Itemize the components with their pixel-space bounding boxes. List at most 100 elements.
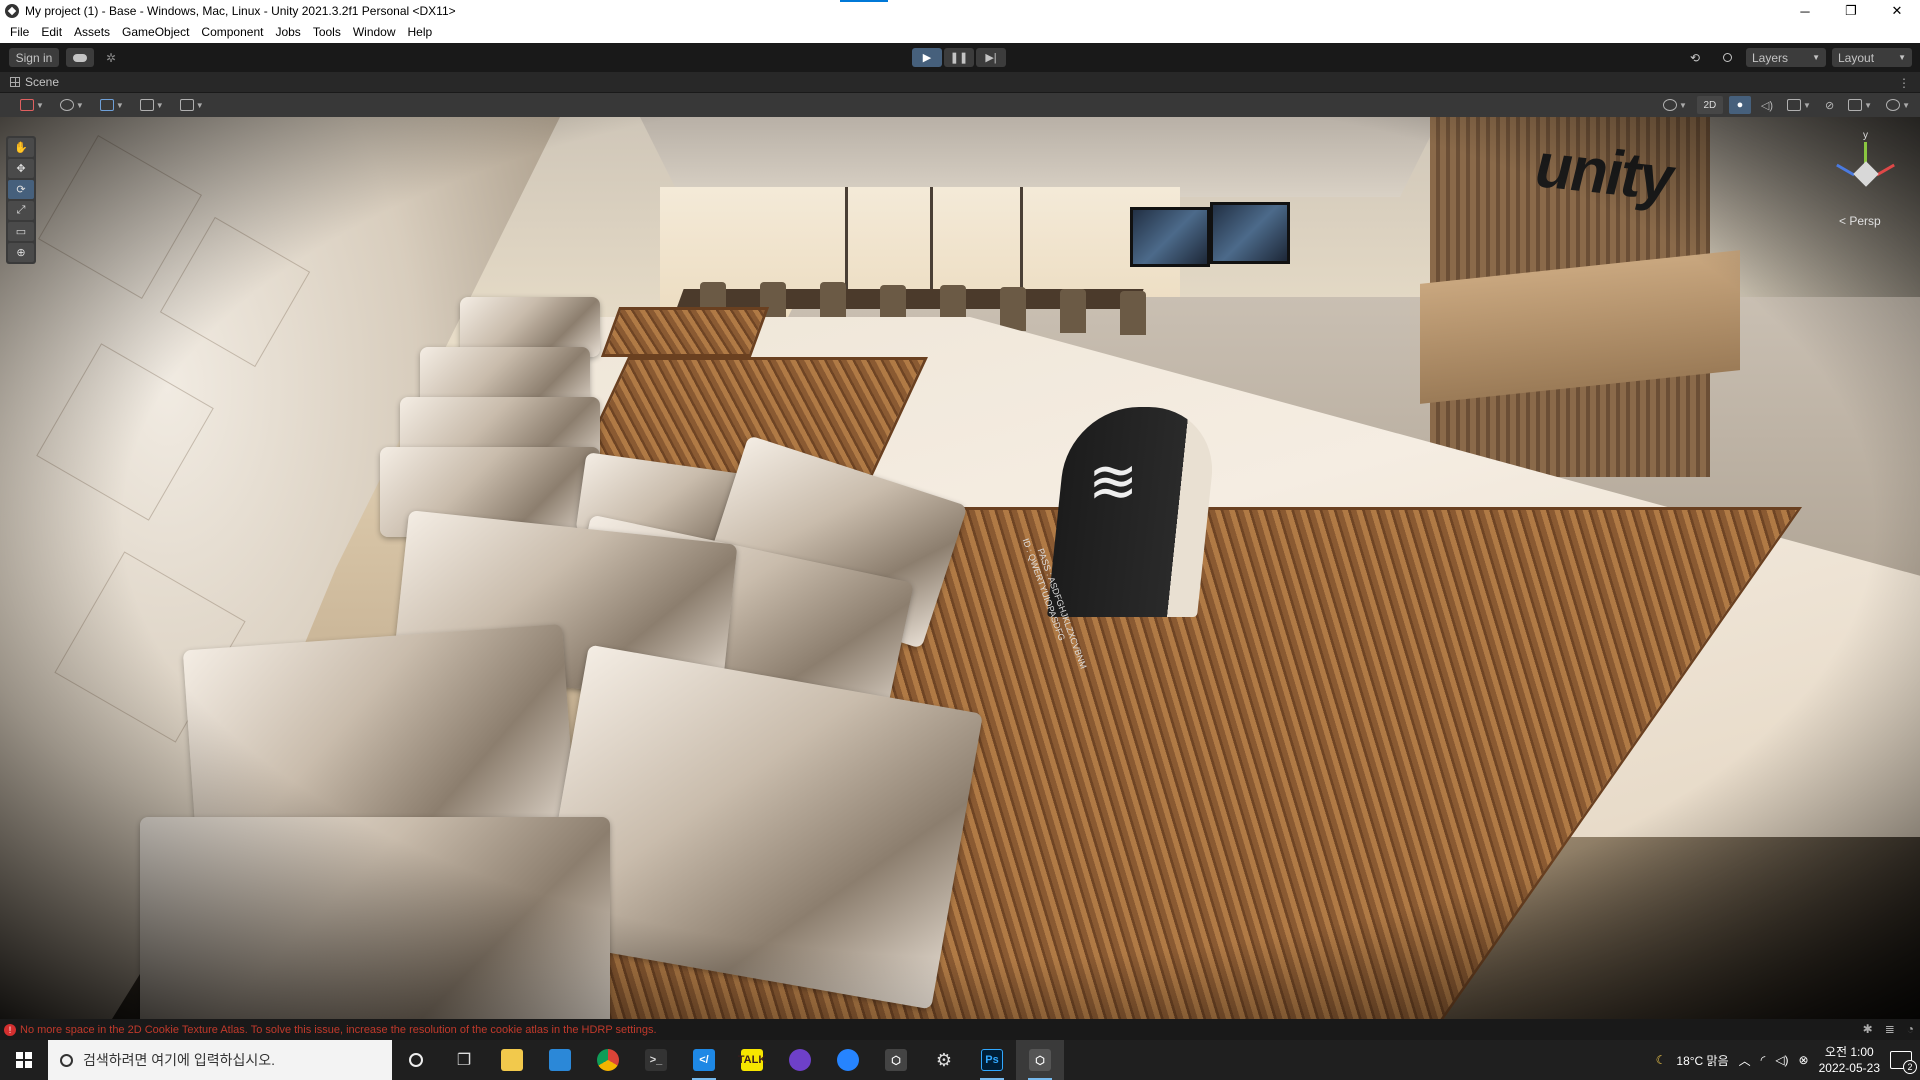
grid-snap-dropdown[interactable]: ▼ bbox=[96, 96, 128, 114]
step-button[interactable]: ▶| bbox=[976, 48, 1006, 67]
notification-badge: 2 bbox=[1903, 1060, 1917, 1074]
close-button[interactable]: ✕ bbox=[1874, 0, 1920, 22]
play-button[interactable]: ▶ bbox=[912, 48, 942, 67]
chevron-down-icon: ▼ bbox=[1902, 100, 1910, 110]
search-icon bbox=[60, 1053, 73, 1067]
menu-jobs[interactable]: Jobs bbox=[269, 22, 306, 43]
menu-gameobject[interactable]: GameObject bbox=[116, 22, 195, 43]
taskbar-chrome[interactable] bbox=[584, 1040, 632, 1080]
increment-snap-dropdown[interactable]: ▼ bbox=[176, 96, 208, 114]
taskbar-kakaotalk[interactable]: TALK bbox=[728, 1040, 776, 1080]
scene-viewport[interactable]: unity ≋ ID : QWERTYUIOPASDFG PASS : ASDF… bbox=[0, 117, 1920, 1019]
taskbar-file-explorer[interactable] bbox=[488, 1040, 536, 1080]
transform-tools-panel: ✋ ✥ ⟳ ⤢ ▭ ⊕ bbox=[6, 136, 36, 264]
title-progress-indicator bbox=[840, 0, 888, 2]
gear-icon: ⚙ bbox=[935, 1049, 953, 1070]
projection-label[interactable]: < Persp bbox=[1839, 214, 1881, 228]
scene-tv-screen bbox=[1210, 202, 1290, 264]
clock-time: 오전 1:00 bbox=[1824, 1045, 1874, 1059]
progress-icon[interactable]: ≣ bbox=[1885, 1022, 1895, 1036]
effects-dropdown[interactable]: ▼ bbox=[1783, 96, 1815, 114]
cache-server-icon[interactable]: ◔ bbox=[1907, 1022, 1914, 1036]
maximize-button[interactable]: ❐ bbox=[1828, 0, 1874, 22]
weather-moon-icon[interactable]: ☾ bbox=[1656, 1053, 1667, 1067]
undo-history-button[interactable]: ⟲ bbox=[1682, 48, 1708, 67]
menu-assets[interactable]: Assets bbox=[68, 22, 116, 43]
cortana-button[interactable] bbox=[392, 1040, 440, 1080]
scale-tool-icon[interactable]: ⤢ bbox=[8, 201, 34, 220]
camera-settings-dropdown[interactable]: ▼ bbox=[1844, 96, 1876, 114]
toggle-2d-button[interactable]: 2D bbox=[1696, 96, 1723, 114]
search-button[interactable] bbox=[1714, 48, 1740, 67]
photoshop-icon: Ps bbox=[981, 1049, 1003, 1071]
start-button[interactable] bbox=[0, 1040, 48, 1080]
task-view-button[interactable]: ❐ bbox=[440, 1040, 488, 1080]
taskbar-sourcetree[interactable] bbox=[824, 1040, 872, 1080]
taskbar-github-desktop[interactable] bbox=[776, 1040, 824, 1080]
global-local-dropdown[interactable]: ▼ bbox=[56, 96, 88, 114]
taskbar-terminal[interactable]: >_ bbox=[632, 1040, 680, 1080]
move-tool-icon[interactable]: ✥ bbox=[8, 159, 34, 178]
folder-icon bbox=[501, 1049, 523, 1071]
audio-toggle-button[interactable]: ◁) bbox=[1757, 96, 1777, 114]
ime-icon[interactable]: ⊗ bbox=[1799, 1053, 1809, 1067]
gizmos-dropdown[interactable]: ▼ bbox=[1882, 96, 1914, 114]
taskbar-clock[interactable]: 오전 1:00 2022-05-23 bbox=[1819, 1044, 1880, 1076]
menu-component[interactable]: Component bbox=[195, 22, 269, 43]
shading-mode-dropdown[interactable]: ▼ bbox=[1659, 96, 1691, 114]
taskbar-unity-editor[interactable]: ⬡ bbox=[1016, 1040, 1064, 1080]
cloud-button[interactable] bbox=[66, 48, 94, 67]
orientation-gizmo[interactable]: y bbox=[1830, 130, 1910, 210]
taskbar-search-placeholder: 검색하려면 여기에 입력하십시오. bbox=[83, 1052, 275, 1068]
main-toolbar: Sign in ✲ ▶ ❚❚ ▶| ⟲ Layers ▼ Layout ▼ bbox=[0, 43, 1920, 72]
gizmo-globe-icon bbox=[1886, 99, 1901, 111]
pause-button[interactable]: ❚❚ bbox=[944, 48, 974, 67]
gizmo-z-axis-icon bbox=[1836, 163, 1855, 177]
terminal-icon: >_ bbox=[645, 1049, 667, 1071]
scene-ceiling bbox=[640, 117, 1440, 197]
lighting-toggle-button[interactable]: ● bbox=[1728, 96, 1751, 114]
collab-button[interactable]: ✲ bbox=[100, 48, 122, 67]
tab-scene[interactable]: Scene bbox=[0, 72, 69, 93]
layout-dropdown[interactable]: Layout ▼ bbox=[1832, 48, 1912, 67]
rotate-tool-icon[interactable]: ⟳ bbox=[8, 180, 34, 199]
kebab-menu-icon[interactable]: ⋮ bbox=[1898, 76, 1910, 90]
taskbar-settings[interactable]: ⚙ bbox=[920, 1040, 968, 1080]
taskbar-unity-hub[interactable]: ⬡ bbox=[872, 1040, 920, 1080]
taskbar-search-box[interactable]: 검색하려면 여기에 입력하십시오. bbox=[48, 1040, 392, 1080]
chevron-down-icon: ▼ bbox=[115, 100, 124, 110]
scene-chair bbox=[1000, 287, 1026, 331]
bug-icon[interactable]: ✱ bbox=[1863, 1022, 1873, 1036]
window-controls: ─ ❐ ✕ bbox=[1782, 0, 1920, 22]
chevron-up-icon[interactable]: ︿ bbox=[1739, 1052, 1751, 1069]
taskbar-vscode[interactable]: </ bbox=[680, 1040, 728, 1080]
draw-mode-dropdown[interactable]: ▼ bbox=[16, 96, 48, 114]
gizmo-cube-icon[interactable] bbox=[1853, 161, 1879, 187]
hidden-objects-toggle[interactable]: ⊘ bbox=[1821, 96, 1838, 114]
volume-icon[interactable]: ◁) bbox=[1775, 1053, 1788, 1067]
transform-tool-icon[interactable]: ⊕ bbox=[8, 243, 34, 262]
minimize-button[interactable]: ─ bbox=[1782, 0, 1828, 22]
sign-in-button[interactable]: Sign in bbox=[9, 48, 59, 67]
grid-visibility-dropdown[interactable]: ▼ bbox=[136, 96, 168, 114]
snap-increment-icon bbox=[179, 99, 194, 111]
menu-window[interactable]: Window bbox=[347, 22, 402, 43]
status-message: No more space in the 2D Cookie Texture A… bbox=[20, 1023, 657, 1036]
weather-text[interactable]: 18°C 맑음 bbox=[1676, 1052, 1728, 1069]
wifi-icon[interactable]: ◜ bbox=[1761, 1053, 1766, 1067]
menu-tools[interactable]: Tools bbox=[307, 22, 347, 43]
chevron-down-icon: ▼ bbox=[155, 100, 164, 110]
taskbar-store[interactable] bbox=[536, 1040, 584, 1080]
unity-editor-icon: ⬡ bbox=[1029, 1049, 1051, 1071]
hand-tool-icon[interactable]: ✋ bbox=[8, 138, 34, 157]
unity-hub-icon: ⬡ bbox=[885, 1049, 907, 1071]
taskbar-photoshop[interactable]: Ps bbox=[968, 1040, 1016, 1080]
console-status-bar[interactable]: ! No more space in the 2D Cookie Texture… bbox=[0, 1019, 1920, 1040]
chevron-down-icon: ▼ bbox=[1812, 53, 1820, 62]
menu-edit[interactable]: Edit bbox=[35, 22, 68, 43]
notification-center-button[interactable]: 2 bbox=[1890, 1051, 1917, 1074]
rect-tool-icon[interactable]: ▭ bbox=[8, 222, 34, 241]
menu-help[interactable]: Help bbox=[402, 22, 439, 43]
layers-dropdown[interactable]: Layers ▼ bbox=[1746, 48, 1826, 67]
menu-file[interactable]: File bbox=[4, 22, 35, 43]
